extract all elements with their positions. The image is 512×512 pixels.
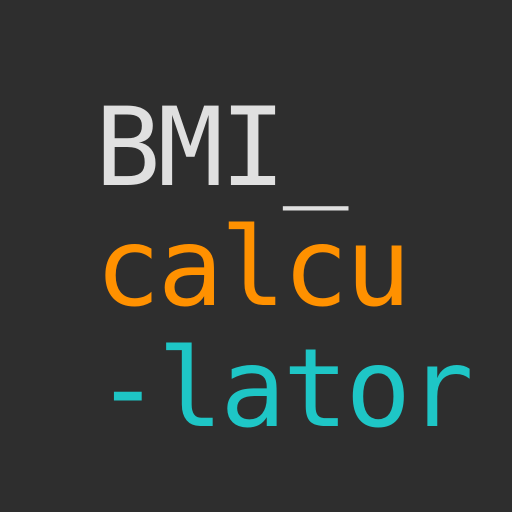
- bmi-calculator-logo: BMI_ calcu -lator: [0, 0, 512, 512]
- logo-line-bmi: BMI_: [95, 84, 348, 211]
- logo-line-calcu: calcu: [95, 204, 411, 331]
- logo-line-lator: -lator: [95, 325, 474, 452]
